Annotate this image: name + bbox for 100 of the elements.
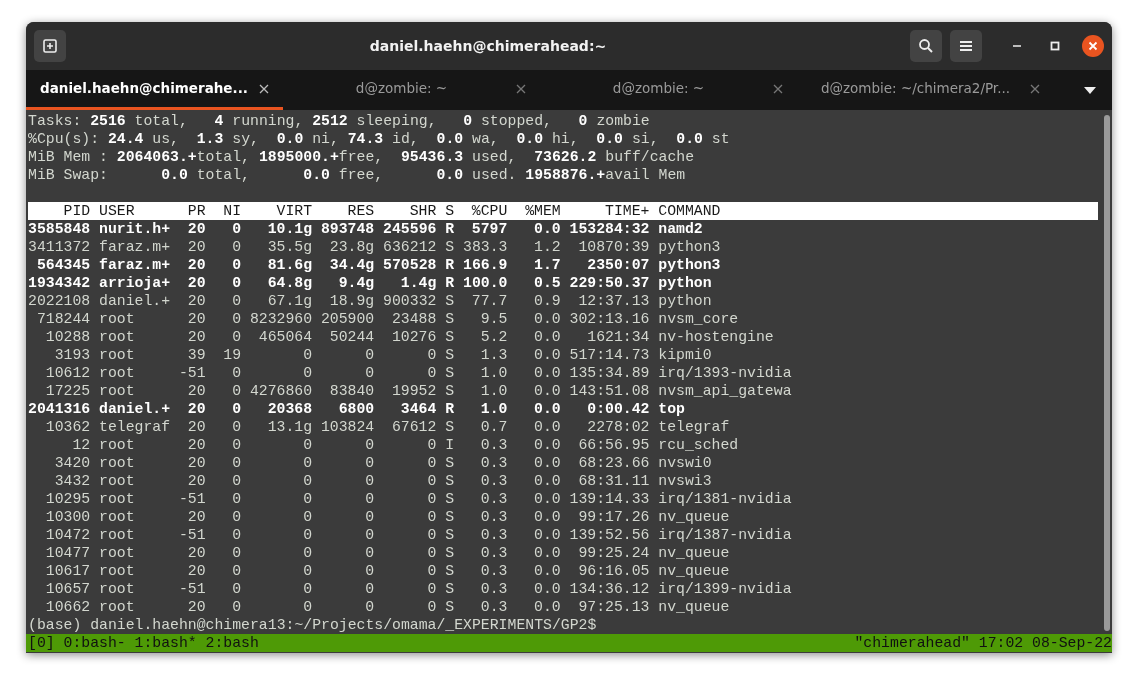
table-cell-text: 10472: [44, 526, 91, 544]
scrollbar-thumb[interactable]: [1104, 115, 1110, 631]
table-cell-text: 0: [426, 580, 437, 598]
table-cell-text: 0: [302, 508, 313, 526]
close-button[interactable]: [1082, 35, 1104, 57]
table-cell-text: 0: [231, 508, 242, 526]
tab[interactable]: d@zombie: ~/chimera2/Pr...: [797, 70, 1054, 110]
column-header: SHR: [408, 202, 437, 220]
table-cell-text: 0: [231, 580, 242, 598]
table-cell-text: 0: [364, 472, 375, 490]
table-cell-text: 97:25.13: [577, 598, 650, 616]
close-icon[interactable]: [773, 83, 783, 94]
table-cell: -51: [178, 490, 206, 508]
table-cell-text: 20: [186, 292, 206, 310]
table-cell: 2041316: [28, 400, 91, 418]
table-cell: daniel.+: [99, 400, 171, 418]
table-cell-text: 0: [302, 490, 313, 508]
close-icon[interactable]: [259, 83, 269, 94]
minimize-icon: [1013, 45, 1021, 47]
table-cell-text: root: [99, 310, 136, 328]
table-cell: faraz.m+: [99, 256, 171, 274]
table-cell-text: 0.0: [533, 346, 561, 364]
table-cell: faraz.m+: [99, 238, 171, 256]
table-cell-text: 0: [231, 292, 242, 310]
table-cell-text: 20: [186, 598, 206, 616]
table-cell: S: [445, 472, 455, 490]
table-cell: nvsm_core: [658, 310, 739, 328]
table-cell: R: [445, 400, 455, 418]
table-cell-text: 0.9: [533, 292, 561, 310]
new-tab-button[interactable]: [34, 30, 66, 62]
table-cell-text: 0: [302, 562, 313, 580]
new-tab-icon: [42, 38, 58, 54]
table-cell: S: [445, 238, 455, 256]
table-cell: R: [445, 220, 455, 238]
table-cell-text: 0: [426, 436, 437, 454]
table-cell: -51: [178, 580, 206, 598]
tab[interactable]: daniel.haehn@chimerahe...: [26, 70, 283, 110]
table-cell: 245596: [383, 220, 437, 238]
table-cell-text: 0: [231, 238, 242, 256]
table-cell-text: 0: [364, 454, 375, 472]
table-cell-text: 1.7: [533, 256, 561, 274]
table-cell-text: 10276: [390, 328, 437, 346]
table-cell-text: 0: [231, 328, 242, 346]
column-header: PID: [62, 202, 91, 220]
table-cell-text: 10617: [44, 562, 91, 580]
table-cell-text: 20: [186, 328, 206, 346]
table-cell-text: 0: [426, 454, 437, 472]
table-cell-text: 20: [186, 436, 206, 454]
table-cell: S: [445, 454, 455, 472]
table-cell-text: 50244: [328, 328, 375, 346]
table-cell-text: root: [99, 544, 136, 562]
table-cell: nv_queue: [658, 508, 730, 526]
table-cell-text: 10295: [44, 490, 91, 508]
table-cell: nvswi3: [658, 472, 712, 490]
table-cell: kipmi0: [658, 346, 712, 364]
table-cell-text: 0.3: [479, 490, 508, 508]
table-cell-text: 5.2: [479, 328, 508, 346]
table-cell-text: root: [99, 490, 136, 508]
table-cell-text: 0: [302, 454, 313, 472]
table-cell: S: [445, 364, 455, 382]
table-cell: S: [445, 562, 455, 580]
table-cell: 143:51.08: [569, 382, 650, 400]
table-cell-text: 96:16.05: [577, 562, 650, 580]
search-button[interactable]: [910, 30, 942, 62]
tab[interactable]: d@zombie: ~: [540, 70, 797, 110]
table-cell-text: 17225: [44, 382, 91, 400]
table-cell-text: root: [99, 328, 136, 346]
caret-icon[interactable]: [1084, 86, 1096, 94]
table-cell-text: 2350:07: [586, 256, 650, 274]
table-cell-text: 0.3: [479, 508, 508, 526]
table-cell: S: [445, 526, 455, 544]
table-cell: -51: [178, 364, 206, 382]
table-cell-text: 20: [186, 310, 206, 328]
table-cell-text: 0: [426, 598, 437, 616]
table-cell: 139:14.33: [569, 490, 650, 508]
table-cell-text: 0.3: [479, 454, 508, 472]
table-cell: nvswi0: [658, 454, 712, 472]
menu-button[interactable]: [950, 30, 982, 62]
table-cell-text: 18.9g: [328, 292, 375, 310]
table-cell-text: 20: [186, 400, 206, 418]
table-cell-text: 0: [426, 562, 437, 580]
table-cell-text: 0: [231, 544, 242, 562]
column-header: %CPU: [470, 202, 508, 220]
table-cell: namd2: [658, 220, 703, 238]
close-icon[interactable]: [516, 83, 526, 94]
table-cell-text: 465064: [257, 328, 313, 346]
table-cell: top: [658, 400, 685, 418]
table-cell-text: 6800: [337, 400, 375, 418]
column-header: %MEM: [524, 202, 561, 220]
close-icon[interactable]: [1030, 83, 1040, 94]
summary-line: Tasks: 2516 total, 4 running, 2512 sleeping, 0 stopped, 0 zombie: [28, 112, 651, 130]
table-cell: 2022108: [28, 292, 91, 310]
table-cell-text: 0: [231, 220, 242, 238]
table-cell: python: [658, 292, 712, 310]
tab[interactable]: d@zombie: ~: [283, 70, 540, 110]
table-cell-text: 20: [186, 418, 206, 436]
table-cell-text: 0: [364, 580, 375, 598]
table-cell-text: 99:17.26: [577, 508, 650, 526]
table-cell-text: 0: [426, 526, 437, 544]
table-cell-text: 20368: [266, 400, 313, 418]
